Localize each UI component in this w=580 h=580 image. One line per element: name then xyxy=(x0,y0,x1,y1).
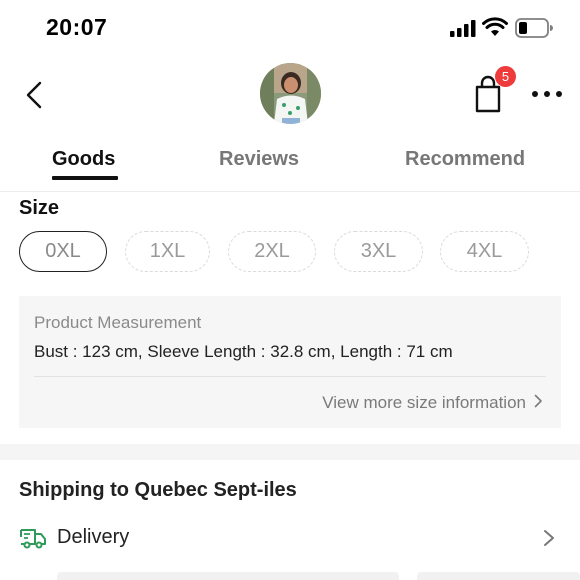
status-time: 20:07 xyxy=(46,14,108,40)
shipping-title: Shipping to Quebec Sept-iles xyxy=(19,479,297,501)
avatar-image xyxy=(260,63,321,124)
delivery-row[interactable]: Delivery xyxy=(0,520,580,560)
view-more-size-info-link[interactable]: View more size information xyxy=(322,393,543,413)
measurement-values: Bust : 123 cm, Sleeve Length : 32.8 cm, … xyxy=(34,342,453,361)
battery-icon xyxy=(515,18,553,38)
tab-goods[interactable]: Goods xyxy=(52,148,115,171)
delivery-truck-icon xyxy=(20,529,46,549)
shipping-option-card[interactable] xyxy=(417,572,580,580)
chevron-right-icon xyxy=(544,530,554,546)
tab-reviews[interactable]: Reviews xyxy=(219,148,299,171)
view-more-label: View more size information xyxy=(322,393,526,412)
active-tab-indicator xyxy=(52,176,118,180)
tab-bar: Goods Reviews Recommend xyxy=(0,140,580,192)
size-option-1xl[interactable]: 1XL xyxy=(125,231,210,272)
cart-count-badge: 5 xyxy=(495,66,516,87)
divider xyxy=(34,376,546,377)
wifi-icon xyxy=(482,17,508,36)
nav-bar: 5 xyxy=(0,60,580,130)
more-dots-icon[interactable] xyxy=(530,84,564,104)
tab-recommend[interactable]: Recommend xyxy=(405,148,525,171)
section-divider xyxy=(0,444,580,460)
size-option-4xl[interactable]: 4XL xyxy=(440,231,529,272)
delivery-label: Delivery xyxy=(57,526,130,548)
size-option-3xl[interactable]: 3XL xyxy=(334,231,423,272)
size-option-2xl[interactable]: 2XL xyxy=(228,231,316,272)
size-option-0xl[interactable]: 0XL xyxy=(19,231,107,272)
chevron-right-icon xyxy=(534,394,542,408)
shipping-option-card[interactable] xyxy=(57,572,399,580)
signal-icon xyxy=(450,20,476,37)
size-section-title: Size xyxy=(19,197,60,219)
status-bar: 20:07 xyxy=(0,0,580,56)
product-measurement-panel: Product Measurement Bust : 123 cm, Sleev… xyxy=(19,296,561,428)
back-arrow-icon[interactable] xyxy=(22,80,46,110)
measurement-title: Product Measurement xyxy=(34,313,202,332)
seller-avatar[interactable] xyxy=(260,63,321,124)
